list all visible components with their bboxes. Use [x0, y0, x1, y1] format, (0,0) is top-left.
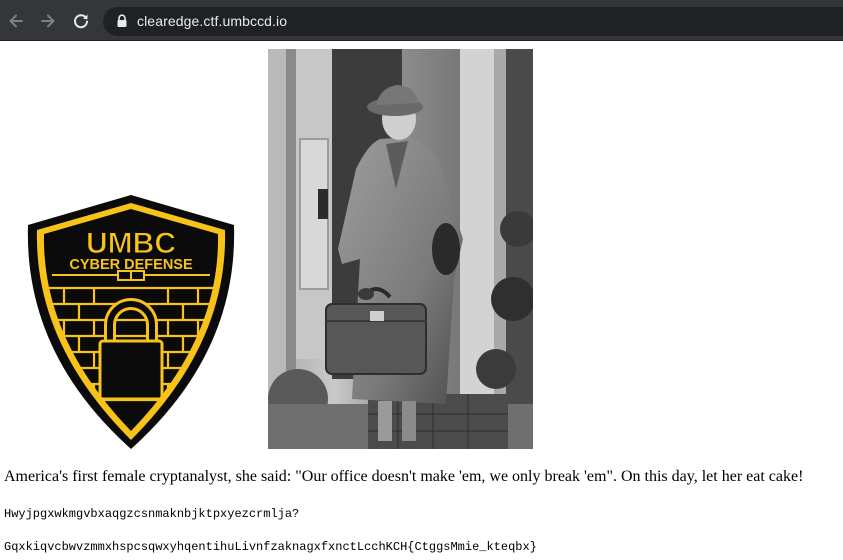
logo-title: UMBC — [86, 227, 176, 260]
cipher-text-2: GqxkiqvcbwvzmmxhspcsqwxyhqentihuLivnfzak… — [4, 540, 537, 554]
lock-icon[interactable] — [115, 14, 129, 28]
reload-button[interactable] — [69, 9, 93, 33]
page-caption: America's first female cryptanalyst, she… — [4, 468, 804, 485]
forward-button[interactable] — [36, 9, 60, 33]
browser-toolbar: clearedge.ctf.umbccd.io — [0, 0, 843, 41]
photo-woman-with-briefcase — [268, 49, 533, 449]
address-bar[interactable]: clearedge.ctf.umbccd.io — [103, 7, 843, 36]
cipher-text-1: Hwyjpgxwkmgvbxaqgzcsnmaknbjktpxyezcrmlja… — [4, 507, 300, 521]
reload-icon — [74, 14, 88, 29]
url-text[interactable]: clearedge.ctf.umbccd.io — [137, 13, 287, 29]
umbc-cyber-defense-logo: UMBC CYBER DEFENSE — [27, 195, 235, 449]
arrow-left-icon — [9, 14, 23, 28]
back-button[interactable] — [4, 9, 28, 33]
arrow-right-icon — [41, 14, 55, 28]
